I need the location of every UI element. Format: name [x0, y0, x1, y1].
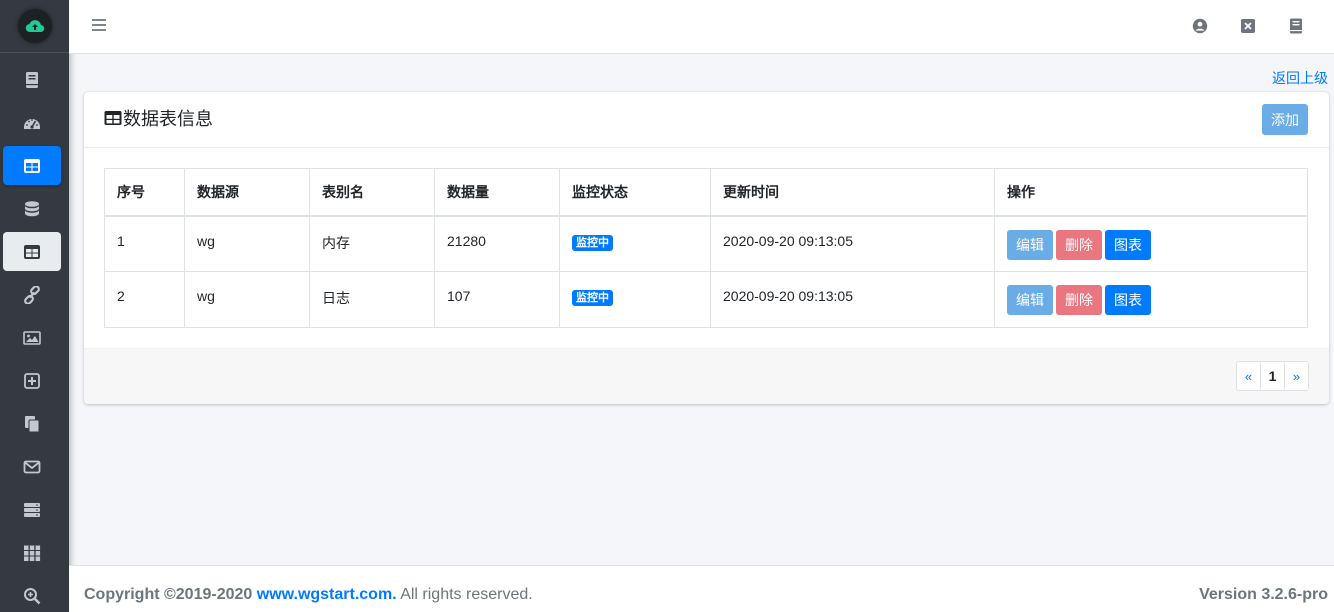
- column-header: 更新时间: [710, 168, 995, 217]
- delete-button[interactable]: 删除: [1056, 229, 1102, 260]
- chart-button[interactable]: 图表: [1105, 285, 1151, 315]
- sidebar: [0, 0, 69, 612]
- cell-status: 监控中: [559, 215, 711, 272]
- column-header: 监控状态: [559, 168, 711, 217]
- card-header: 数据表信息 添加: [84, 92, 1329, 148]
- cell-updated: 2020-09-20 09:13:05: [710, 271, 995, 328]
- add-button[interactable]: 添加: [1262, 104, 1308, 135]
- cell-alias: 日志: [309, 271, 435, 328]
- sidebar-item-apps[interactable]: [3, 533, 61, 572]
- column-header: 序号: [104, 168, 185, 217]
- chart-button[interactable]: 图表: [1105, 229, 1151, 260]
- sidebar-item-book[interactable]: [3, 60, 61, 99]
- page-prev[interactable]: «: [1236, 361, 1261, 391]
- status-badge: 监控中: [572, 290, 613, 306]
- top-navbar: [69, 0, 1334, 54]
- cell-alias: 内存: [309, 215, 435, 272]
- book-icon: [26, 71, 38, 88]
- cell-no: 2: [104, 271, 185, 328]
- column-header: 表别名: [309, 168, 435, 217]
- cell-count: 21280: [434, 215, 560, 272]
- server-icon: [24, 502, 40, 517]
- cell-actions: 编辑 删除 图表: [994, 271, 1308, 328]
- sidebar-item-add[interactable]: [3, 361, 61, 400]
- image-icon: [23, 330, 41, 345]
- column-header: 数据源: [184, 168, 310, 217]
- database-icon: [25, 200, 39, 216]
- page-current[interactable]: 1: [1260, 361, 1285, 391]
- cell-no: 1: [104, 215, 185, 272]
- status-badge: 监控中: [572, 234, 613, 251]
- table-row: 1 wg 内存 21280 监控中 2020-09-20 09:13:05 编辑…: [104, 215, 1308, 272]
- copyright-prefix: Copyright ©2019-2020: [84, 586, 257, 603]
- copy-icon: [25, 415, 40, 432]
- page-footer: Copyright ©2019-2020 www.wgstart.com. Al…: [69, 565, 1334, 612]
- book-icon[interactable]: [1272, 16, 1320, 36]
- copyright: Copyright ©2019-2020 www.wgstart.com. Al…: [84, 586, 533, 604]
- pagination: « 1 »: [1236, 361, 1309, 391]
- sidebar-item-dashboard[interactable]: [3, 103, 61, 142]
- cell-source: wg: [184, 215, 310, 272]
- edit-button[interactable]: 编辑: [1007, 285, 1053, 315]
- site-link[interactable]: www.wgstart.com.: [257, 586, 397, 603]
- table-icon: [104, 111, 122, 125]
- close-square-icon[interactable]: [1224, 16, 1272, 36]
- sidebar-item-server[interactable]: [3, 490, 61, 529]
- brand[interactable]: [0, 0, 69, 53]
- plus-square-icon: [24, 372, 40, 389]
- delete-button[interactable]: 删除: [1056, 285, 1102, 315]
- table-icon: [24, 244, 40, 259]
- card-body: 序号 数据源 表别名 数据量 监控状态 更新时间 操作 1 wg 内存 2128…: [84, 148, 1329, 348]
- cell-actions: 编辑 删除 图表: [994, 215, 1308, 272]
- cell-status: 监控中: [559, 271, 711, 328]
- rights-text: All rights reserved.: [396, 586, 533, 603]
- version-text: Version 3.2.6-pro: [1199, 586, 1328, 603]
- sidebar-item-image[interactable]: [3, 318, 61, 357]
- menu-toggle-icon[interactable]: [91, 17, 107, 33]
- link-icon: [24, 285, 40, 304]
- table-icon: [24, 158, 40, 173]
- sidebar-item-tables-active[interactable]: [3, 146, 61, 185]
- dashboard-icon: [24, 118, 40, 129]
- sidebar-nav: [0, 53, 69, 612]
- cell-updated: 2020-09-20 09:13:05: [710, 215, 995, 272]
- sidebar-item-link[interactable]: [3, 275, 61, 314]
- envelope-icon: [23, 460, 41, 473]
- sidebar-item-tables[interactable]: [3, 232, 61, 271]
- search-plus-icon: [24, 587, 41, 604]
- top-actions: [1176, 16, 1320, 36]
- data-table-card: 数据表信息 添加 序号 数据源 表别名 数据量 监控状态 更新时间 操作 1 w…: [84, 92, 1329, 404]
- grid-icon: [24, 545, 41, 561]
- card-title-text: 数据表信息: [123, 109, 213, 129]
- edit-button[interactable]: 编辑: [1007, 229, 1053, 260]
- sidebar-item-mail[interactable]: [3, 447, 61, 486]
- cell-count: 107: [434, 271, 560, 328]
- column-header: 操作: [994, 168, 1308, 217]
- sidebar-item-database[interactable]: [3, 189, 61, 228]
- cell-source: wg: [184, 271, 310, 328]
- sidebar-item-copy[interactable]: [3, 404, 61, 443]
- cloud-upload-logo-icon[interactable]: [17, 9, 52, 43]
- data-table: 序号 数据源 表别名 数据量 监控状态 更新时间 操作 1 wg 内存 2128…: [104, 168, 1308, 328]
- card-title: 数据表信息: [104, 105, 213, 131]
- table-header-row: 序号 数据源 表别名 数据量 监控状态 更新时间 操作: [104, 168, 1308, 217]
- card-footer: « 1 »: [84, 348, 1329, 404]
- user-circle-icon[interactable]: [1176, 16, 1224, 36]
- table-row: 2 wg 日志 107 监控中 2020-09-20 09:13:05 编辑 删除…: [104, 271, 1308, 328]
- page-next[interactable]: »: [1284, 361, 1309, 391]
- back-link[interactable]: 返回上级: [1272, 68, 1328, 88]
- sidebar-item-zoom[interactable]: [3, 576, 61, 612]
- column-header: 数据量: [434, 168, 560, 217]
